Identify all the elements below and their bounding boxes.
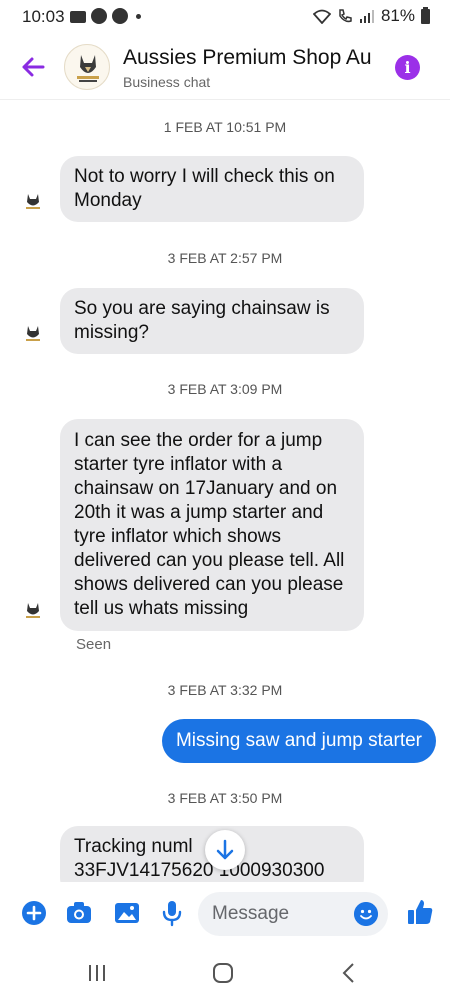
outgoing-message[interactable]: Missing saw and jump starter bbox=[161, 719, 436, 763]
info-button[interactable]: i bbox=[395, 55, 420, 80]
gallery-icon[interactable] bbox=[113, 899, 141, 927]
back-arrow-icon[interactable] bbox=[18, 52, 48, 82]
timestamp: 3 FEB AT 3:32 PM bbox=[167, 682, 283, 698]
sender-avatar-icon bbox=[26, 326, 40, 341]
emoji-icon[interactable] bbox=[354, 902, 378, 926]
call-icon bbox=[339, 9, 352, 23]
home-icon[interactable] bbox=[208, 958, 238, 988]
status-bar: 10:03 81% bbox=[0, 0, 450, 34]
notification-icons bbox=[70, 8, 141, 24]
timestamp: 3 FEB AT 3:09 PM bbox=[167, 381, 283, 397]
signal-icon bbox=[359, 9, 374, 23]
chat-thread[interactable]: 1 FEB AT 10:51 PM Not to worry I will ch… bbox=[0, 100, 450, 882]
chat-header: Aussies Premium Shop Au Business chat i bbox=[0, 34, 450, 100]
mail-icon bbox=[70, 11, 86, 23]
microphone-icon[interactable] bbox=[158, 899, 186, 927]
back-nav-icon[interactable] bbox=[334, 958, 364, 988]
plus-icon[interactable] bbox=[20, 899, 48, 927]
scroll-to-bottom-button[interactable] bbox=[205, 830, 245, 870]
timestamp: 3 FEB AT 2:57 PM bbox=[167, 250, 283, 266]
incoming-message[interactable]: Not to worry I will check this on Monday bbox=[60, 156, 364, 222]
battery-percent: 81% bbox=[380, 6, 415, 25]
camera-icon[interactable] bbox=[65, 899, 93, 927]
recent-apps-icon[interactable] bbox=[82, 958, 112, 988]
chat-subtitle: Business chat bbox=[123, 74, 211, 90]
timestamp: 1 FEB AT 10:51 PM bbox=[163, 119, 287, 135]
sender-avatar-icon bbox=[26, 603, 40, 618]
shop-avatar[interactable] bbox=[64, 44, 110, 90]
messenger-icon-2 bbox=[112, 8, 128, 24]
wifi-icon bbox=[312, 9, 331, 24]
arrow-down-icon bbox=[216, 839, 234, 860]
shop-logo-icon bbox=[77, 55, 99, 82]
status-right: 81% bbox=[312, 6, 430, 26]
sender-avatar-icon bbox=[26, 194, 40, 209]
like-thumb-icon[interactable] bbox=[405, 897, 435, 927]
status-time: 10:03 bbox=[22, 7, 65, 26]
message-composer bbox=[0, 882, 450, 944]
system-nav-bar bbox=[0, 944, 450, 1000]
timestamp: 3 FEB AT 3:50 PM bbox=[167, 790, 283, 806]
chat-title: Aussies Premium Shop Au bbox=[123, 46, 372, 69]
seen-indicator: Seen bbox=[76, 636, 112, 653]
more-notifications-icon bbox=[136, 13, 141, 19]
incoming-message[interactable]: I can see the order for a jump starter t… bbox=[60, 419, 364, 631]
messenger-icon bbox=[91, 8, 107, 24]
battery-icon bbox=[421, 6, 430, 24]
incoming-message[interactable]: So you are saying chainsaw is missing? bbox=[60, 288, 364, 354]
